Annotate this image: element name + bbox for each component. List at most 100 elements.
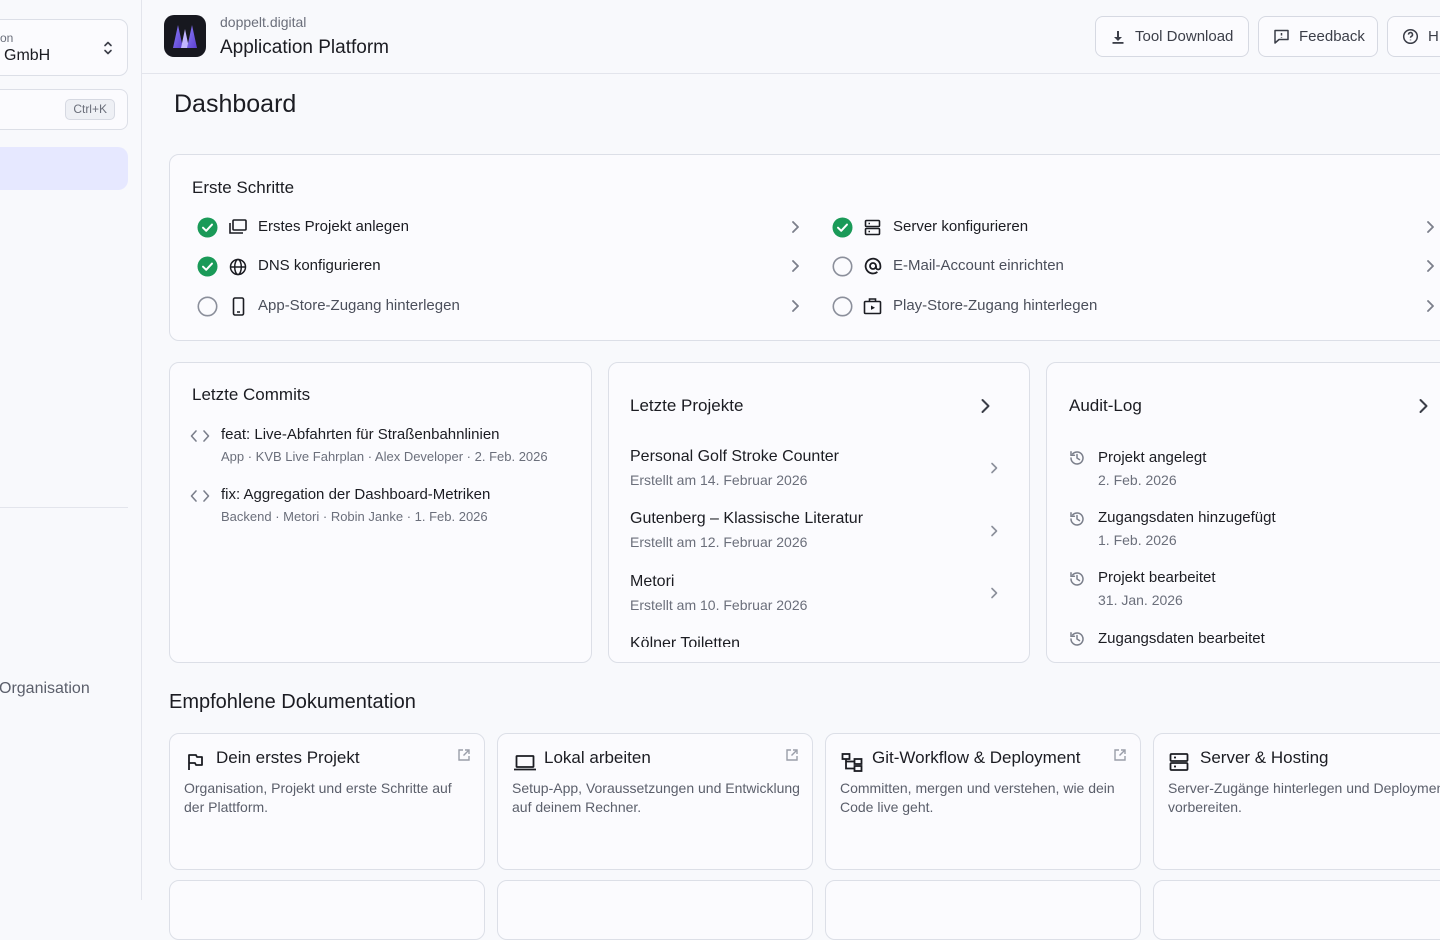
project-date: Erstellt am 12. Februar 2026 xyxy=(630,534,808,550)
chevron-right-icon xyxy=(791,259,799,273)
audit-action: Zugangsdaten hinzugefügt xyxy=(1098,509,1276,526)
history-icon xyxy=(1068,630,1086,648)
brand-title: Application Platform xyxy=(220,37,389,58)
history-icon xyxy=(1068,449,1086,467)
recent-projects-card: Letzte Projekte Personal Golf Stroke Cou… xyxy=(608,362,1030,663)
doc-card[interactable] xyxy=(497,880,813,940)
project-date: Erstellt am 10. Februar 2026 xyxy=(630,597,808,613)
chevron-right-icon xyxy=(1426,220,1434,234)
help-button[interactable]: H xyxy=(1387,16,1440,57)
sidebar-item-dashboard[interactable] xyxy=(0,147,128,190)
sidebar: on GmbH Ctrl+K Organisation xyxy=(0,0,142,900)
doc-card-local-work[interactable]: Lokal arbeiten Setup-App, Voraussetzunge… xyxy=(497,733,813,870)
at-icon xyxy=(864,257,882,275)
step-email-account[interactable]: E-Mail-Account einrichten xyxy=(805,251,1440,281)
step-label: App-Store-Zugang hinterlegen xyxy=(258,297,460,314)
chevron-right-icon xyxy=(1426,299,1434,313)
project-date: Erstellt am 14. Februar 2026 xyxy=(630,472,808,488)
app-logo xyxy=(164,15,206,57)
audit-log-card: Audit-Log Projekt angelegt 2. Feb. 2026 … xyxy=(1046,362,1440,663)
doc-card[interactable] xyxy=(169,880,485,940)
recent-commits-card: Letzte Commits feat: Live-Abfahrten für … xyxy=(169,362,592,663)
audit-date: 31. Jan. 2026 xyxy=(1098,592,1183,608)
commit-title: fix: Aggregation der Dashboard-Metriken xyxy=(221,486,491,503)
tool-download-button[interactable]: Tool Download xyxy=(1095,16,1249,57)
recent-commits-title: Letzte Commits xyxy=(192,385,311,404)
workflow-icon xyxy=(841,752,863,772)
doc-title: Git-Workflow & Deployment xyxy=(872,748,1081,767)
docs-heading: Empfohlene Dokumentation xyxy=(169,691,416,713)
sidebar-divider xyxy=(0,507,128,508)
help-label: H xyxy=(1428,28,1439,45)
search-shortcut-badge: Ctrl+K xyxy=(65,99,115,120)
empty-circle-icon xyxy=(832,256,853,277)
phone-icon xyxy=(232,297,245,316)
project-name: Personal Golf Stroke Counter xyxy=(630,448,839,465)
doc-description: Setup-App, Voraussetzungen und Entwicklu… xyxy=(512,780,800,815)
globe-icon xyxy=(229,258,247,276)
chevron-right-icon xyxy=(990,525,998,537)
empty-circle-icon xyxy=(197,296,218,317)
history-icon xyxy=(1068,510,1086,528)
help-icon xyxy=(1402,28,1428,45)
feedback-label: Feedback xyxy=(1299,28,1365,45)
org-switcher-name: GmbH xyxy=(4,47,51,64)
doc-title: Lokal arbeiten xyxy=(544,748,651,767)
organization-switcher[interactable]: on GmbH xyxy=(0,19,128,76)
external-link-icon xyxy=(1113,748,1127,762)
brand-subtitle: doppelt.digital xyxy=(220,14,307,30)
chevron-right-icon xyxy=(791,220,799,234)
chevron-right-icon[interactable] xyxy=(980,398,990,414)
project-name: Metori xyxy=(630,573,675,590)
doc-card-server-hosting[interactable]: Server & Hosting Server-Zugänge hinterle… xyxy=(1153,733,1440,870)
feedback-button[interactable]: Feedback xyxy=(1258,16,1378,57)
chevron-right-icon[interactable] xyxy=(1418,398,1428,414)
project-name: Kölner Toiletten xyxy=(630,635,740,647)
chevron-up-down-icon xyxy=(103,40,113,56)
history-icon xyxy=(1068,570,1086,588)
server-icon xyxy=(1169,752,1189,772)
doc-card-git-workflow[interactable]: Git-Workflow & Deployment Committen, mer… xyxy=(825,733,1141,870)
step-label: E-Mail-Account einrichten xyxy=(893,257,1064,274)
doc-description: Committen, mergen und verstehen, wie dei… xyxy=(840,780,1115,815)
doc-card-first-project[interactable]: Dein erstes Projekt Organisation, Projek… xyxy=(169,733,485,870)
top-bar: doppelt.digital Application Platform Too… xyxy=(142,0,1440,74)
step-configure-server[interactable]: Server konfigurieren xyxy=(805,212,1440,242)
project-name: Gutenberg – Klassische Literatur xyxy=(630,510,864,527)
external-link-icon xyxy=(785,748,799,762)
audit-log-title: Audit-Log xyxy=(1069,396,1142,415)
step-label: Erstes Projekt anlegen xyxy=(258,218,409,235)
org-switcher-label: on xyxy=(0,31,14,45)
chevron-right-icon xyxy=(990,587,998,599)
tool-download-label: Tool Download xyxy=(1135,28,1234,45)
recent-projects-title: Letzte Projekte xyxy=(630,396,744,415)
commit-meta: App · KVB Live Fahrplan · Alex Developer… xyxy=(221,449,548,464)
step-create-project[interactable]: Erstes Projekt anlegen xyxy=(170,212,810,242)
doc-card[interactable] xyxy=(1153,880,1440,940)
step-app-store-access[interactable]: App-Store-Zugang hinterlegen xyxy=(170,291,810,321)
sidebar-item-organisation[interactable]: Organisation xyxy=(0,680,90,698)
chevron-right-icon xyxy=(990,462,998,474)
page-title: Dashboard xyxy=(174,90,297,118)
step-label: DNS konfigurieren xyxy=(258,257,381,274)
audit-date: 1. Feb. 2026 xyxy=(1098,532,1177,548)
first-steps-title: Erste Schritte xyxy=(192,178,295,197)
project-item[interactable]: Kölner Toiletten xyxy=(609,631,1029,647)
check-circle-icon xyxy=(197,217,218,238)
step-label: Play-Store-Zugang hinterlegen xyxy=(893,297,1098,314)
laptop-icon xyxy=(513,752,537,772)
check-circle-icon xyxy=(832,217,853,238)
sidebar-search-input[interactable]: Ctrl+K xyxy=(0,89,128,130)
step-configure-dns[interactable]: DNS konfigurieren xyxy=(170,251,810,281)
code-icon xyxy=(190,489,210,503)
check-circle-icon xyxy=(197,256,218,277)
store-icon xyxy=(863,297,882,315)
download-icon xyxy=(1110,29,1135,45)
doc-title: Server & Hosting xyxy=(1200,748,1329,767)
step-play-store-access[interactable]: Play-Store-Zugang hinterlegen xyxy=(805,291,1440,321)
doc-card[interactable] xyxy=(825,880,1141,940)
doc-description: Server-Zugänge hinterlegen und Deploymen… xyxy=(1168,780,1440,815)
first-steps-card: Erste Schritte Erstes Projekt anlegen DN… xyxy=(169,154,1440,341)
step-label: Server konfigurieren xyxy=(893,218,1029,235)
commit-title: feat: Live-Abfahrten für Straßenbahnlini… xyxy=(221,426,500,443)
